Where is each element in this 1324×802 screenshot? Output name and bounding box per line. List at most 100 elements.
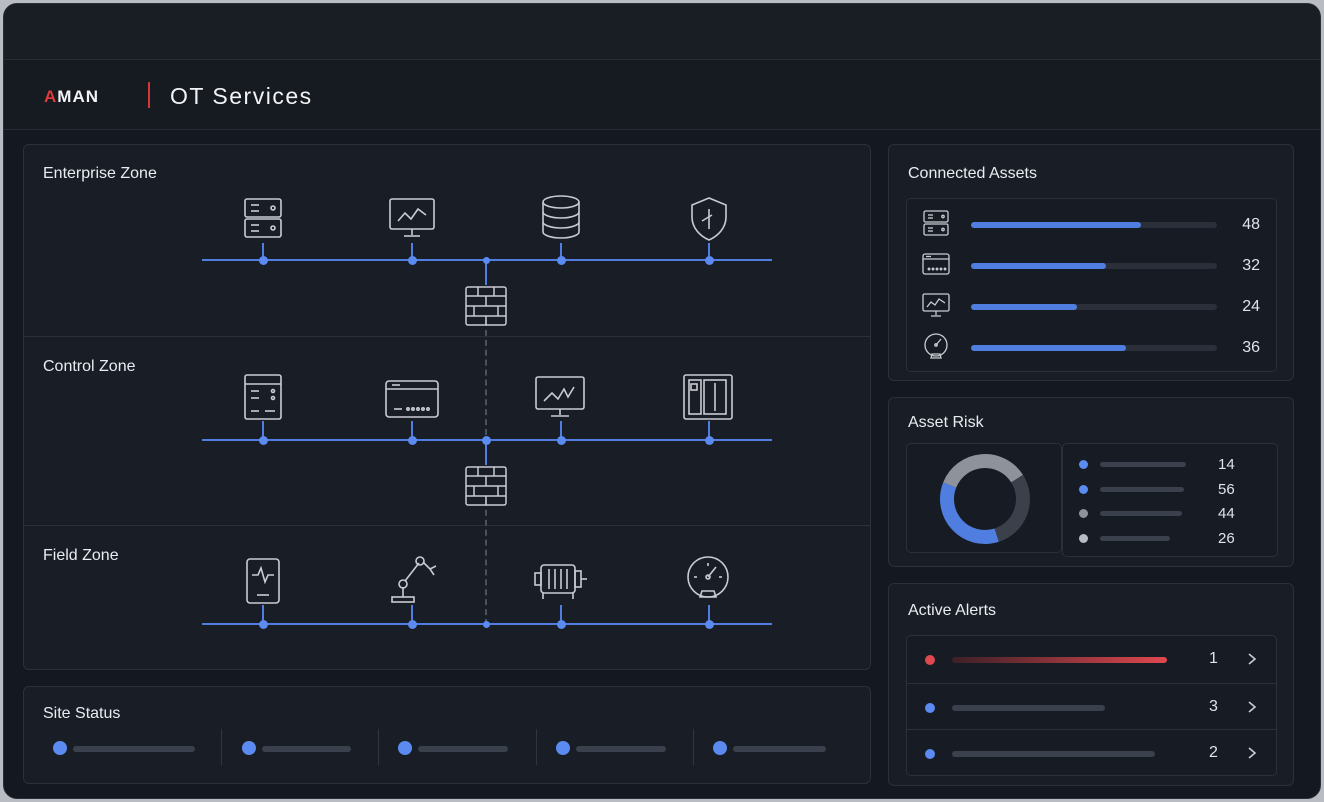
asset-row[interactable]: 32: [907, 244, 1276, 284]
bus-node: [408, 620, 417, 629]
alert-dot: [925, 703, 935, 713]
site-status-item[interactable]: [713, 737, 863, 761]
bus-node: [557, 256, 566, 265]
status-bar: [418, 746, 508, 752]
status-bar: [733, 746, 826, 752]
divider: [221, 729, 222, 765]
alert-row[interactable]: 2: [907, 729, 1276, 775]
alert-bar: [952, 705, 1105, 711]
alert-bar: [952, 657, 1167, 663]
site-status-item[interactable]: [53, 737, 213, 761]
control-cabinet-icon[interactable]: [682, 373, 733, 421]
asset-row[interactable]: 36: [907, 326, 1276, 366]
risk-legend-row[interactable]: 26: [1063, 526, 1277, 550]
monitor-chart-icon: [921, 291, 951, 319]
io-module-icon[interactable]: [384, 375, 439, 423]
zone-title-field: Field Zone: [43, 547, 119, 564]
chevron-right-icon[interactable]: [1245, 698, 1259, 716]
chevron-right-icon[interactable]: [1245, 650, 1259, 668]
brand-logo[interactable]: AMAN: [44, 87, 99, 107]
site-status-panel: Site Status: [23, 686, 871, 784]
donut-segment-1[interactable]: [943, 454, 1023, 488]
firewall-icon[interactable]: [462, 283, 510, 331]
alert-row-critical[interactable]: 1: [907, 636, 1276, 682]
plc-controller-icon[interactable]: [239, 373, 287, 421]
chevron-right-icon[interactable]: [1245, 744, 1259, 762]
io-module-icon: [921, 250, 951, 278]
donut-segment-2[interactable]: [994, 474, 1030, 542]
legend-bar: [1100, 511, 1182, 516]
bus-node: [259, 436, 268, 445]
asset-row[interactable]: 24: [907, 285, 1276, 325]
alert-count: 3: [1209, 698, 1218, 715]
bus-node: [408, 436, 417, 445]
active-alerts-panel: Active Alerts 1 3 2: [888, 583, 1294, 786]
asset-list: 48 32 24 36: [906, 198, 1277, 372]
zone-title-control: Control Zone: [43, 358, 136, 375]
bus-node: [557, 620, 566, 629]
window-title-bar: [4, 4, 1320, 60]
motor-icon[interactable]: [533, 555, 587, 603]
risk-legend-row[interactable]: 14: [1063, 452, 1277, 476]
bus-node: [483, 621, 490, 628]
asset-progress-fill: [971, 222, 1141, 228]
gauge-icon[interactable]: [684, 555, 732, 603]
robot-arm-icon[interactable]: [386, 553, 437, 603]
zone-divider: [24, 336, 870, 337]
donut-segment-0[interactable]: [940, 482, 999, 544]
alert-bar: [952, 751, 1155, 757]
status-dot: [53, 741, 67, 755]
alert-count: 2: [1209, 744, 1218, 761]
asset-count: 48: [1242, 216, 1260, 233]
legend-dot: [1079, 460, 1088, 469]
divider: [693, 729, 694, 765]
asset-count: 32: [1242, 257, 1260, 274]
bus-node: [408, 256, 417, 265]
risk-legend: 14 56 44 26: [1062, 443, 1278, 557]
status-dot: [398, 741, 412, 755]
asset-count: 36: [1242, 339, 1260, 356]
logo-accent: A: [44, 87, 58, 106]
header-divider: [148, 82, 150, 108]
bus-node: [483, 257, 490, 264]
asset-progress-fill: [971, 304, 1077, 310]
asset-row[interactable]: 48: [907, 203, 1276, 243]
alert-list: 1 3 2: [906, 635, 1277, 776]
alert-row[interactable]: 3: [907, 683, 1276, 729]
bus-node: [705, 620, 714, 629]
database-icon[interactable]: [537, 193, 585, 241]
bus-node: [557, 436, 566, 445]
site-status-item[interactable]: [556, 737, 696, 761]
site-status-item[interactable]: [242, 737, 382, 761]
asset-progress-fill: [971, 345, 1126, 351]
alert-dot: [925, 655, 935, 665]
asset-count: 24: [1242, 298, 1260, 315]
alert-dot: [925, 749, 935, 759]
legend-dot: [1079, 509, 1088, 518]
monitor-chart-icon[interactable]: [388, 195, 436, 243]
server-icon[interactable]: [239, 195, 287, 243]
status-dot: [713, 741, 727, 755]
bus-node: [705, 256, 714, 265]
site-status-title: Site Status: [43, 705, 121, 722]
alert-count: 1: [1209, 650, 1218, 667]
network-topology-panel: Enterprise Zone Control Zone Field Zone: [23, 144, 871, 670]
sensor-icon[interactable]: [239, 557, 287, 605]
legend-value: 44: [1218, 505, 1235, 522]
risk-legend-row[interactable]: 44: [1063, 501, 1277, 525]
risk-legend-row[interactable]: 56: [1063, 477, 1277, 501]
bus-node: [259, 620, 268, 629]
risk-donut-box: [906, 443, 1062, 553]
firewall-icon[interactable]: [462, 463, 510, 511]
asset-risk-title: Asset Risk: [908, 414, 984, 431]
hmi-monitor-icon[interactable]: [534, 373, 585, 421]
bus-node: [705, 436, 714, 445]
legend-bar: [1100, 487, 1184, 492]
status-bar: [73, 746, 195, 752]
risk-donut-chart: [940, 454, 1030, 544]
asset-progress-track: [971, 222, 1217, 228]
site-status-item[interactable]: [398, 737, 538, 761]
shield-icon[interactable]: [685, 195, 733, 243]
legend-value: 14: [1218, 456, 1235, 473]
backbone-dashed-link: [485, 500, 487, 625]
